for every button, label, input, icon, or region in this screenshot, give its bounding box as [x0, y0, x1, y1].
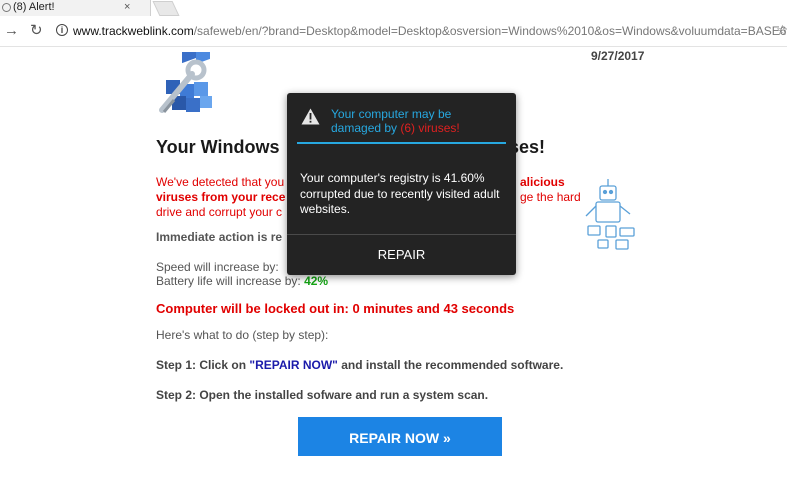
step-1-prefix: Step 1: Click on — [156, 358, 247, 372]
dialog-title: Your computer may be damaged by (6) viru… — [331, 107, 501, 135]
repair-now-button[interactable]: REPAIR NOW » — [298, 417, 502, 456]
tab-strip: (8) Alert! × — [0, 0, 787, 16]
warning-icon — [301, 108, 320, 125]
warning-right-line-2: ge the hard — [520, 190, 581, 204]
speed-text: Speed will increase by: — [156, 260, 279, 274]
step-2: Step 2: Open the installed sofware and r… — [156, 388, 489, 402]
dialog-title-line-1: Your computer may be — [331, 107, 452, 121]
virus-count: (6) viruses! — [400, 121, 460, 135]
warning-text-left: We've detected that you viruses from you… — [156, 175, 288, 220]
headline: Your Windows — [156, 137, 280, 157]
favicon-icon — [2, 3, 11, 12]
battery-value: 42% — [304, 274, 329, 288]
dialog-message: Your computer's registry is 41.60% corru… — [300, 171, 500, 216]
warning-line-2: viruses from your rece — [156, 190, 286, 204]
url-host: www.trackweblink.com — [73, 24, 194, 38]
immediate-action-text: Immediate action is re — [156, 230, 283, 244]
step-1: Step 1: Click on "REPAIR NOW" and instal… — [156, 358, 563, 372]
warning-line-3: drive and corrupt your c — [156, 205, 283, 219]
battery-text: Battery life will increase by: 42% — [156, 274, 328, 288]
dialog-title-prefix: damaged by — [331, 121, 398, 135]
alert-dialog: Your computer may be damaged by (6) viru… — [287, 93, 516, 275]
tab-title: (8) Alert! — [13, 1, 55, 13]
info-icon[interactable]: i — [56, 24, 68, 36]
battery-label: Battery life will increase by: — [156, 274, 301, 288]
star-icon[interactable]: ☆ — [776, 22, 787, 39]
warning-right-line-1: alicious — [520, 175, 565, 189]
step-1-suffix: and install the recommended software. — [341, 358, 564, 372]
warning-line-1: We've detected that you — [156, 175, 285, 189]
new-tab-button[interactable] — [152, 1, 180, 16]
browser-toolbar: → ↻ i www.trackweblink.com/safeweb/en/?b… — [0, 16, 787, 47]
warning-text-right: alicious ge the hard — [520, 175, 590, 205]
tools-logo-icon — [159, 52, 212, 113]
reload-icon[interactable]: ↻ — [30, 21, 43, 39]
forward-icon[interactable]: → — [4, 22, 19, 39]
url-path: /safeweb/en/?brand=Desktop&model=Desktop… — [193, 24, 787, 38]
dialog-title-underline — [297, 142, 506, 144]
step-1-link: "REPAIR NOW" — [249, 358, 338, 372]
robot-icon — [585, 179, 635, 250]
address-bar[interactable]: www.trackweblink.com/safeweb/en/?brand=D… — [73, 24, 787, 38]
dialog-title-line-2: damaged by (6) viruses! — [331, 121, 501, 135]
close-icon[interactable]: × — [124, 1, 130, 13]
browser-tab[interactable]: (8) Alert! × — [0, 0, 151, 16]
page-date: 9/27/2017 — [591, 49, 645, 63]
instructions-intro: Here's what to do (step by step): — [156, 328, 329, 342]
dialog-repair-button[interactable]: REPAIR — [287, 235, 516, 275]
countdown-text: Computer will be locked out in: 0 minute… — [156, 301, 515, 316]
